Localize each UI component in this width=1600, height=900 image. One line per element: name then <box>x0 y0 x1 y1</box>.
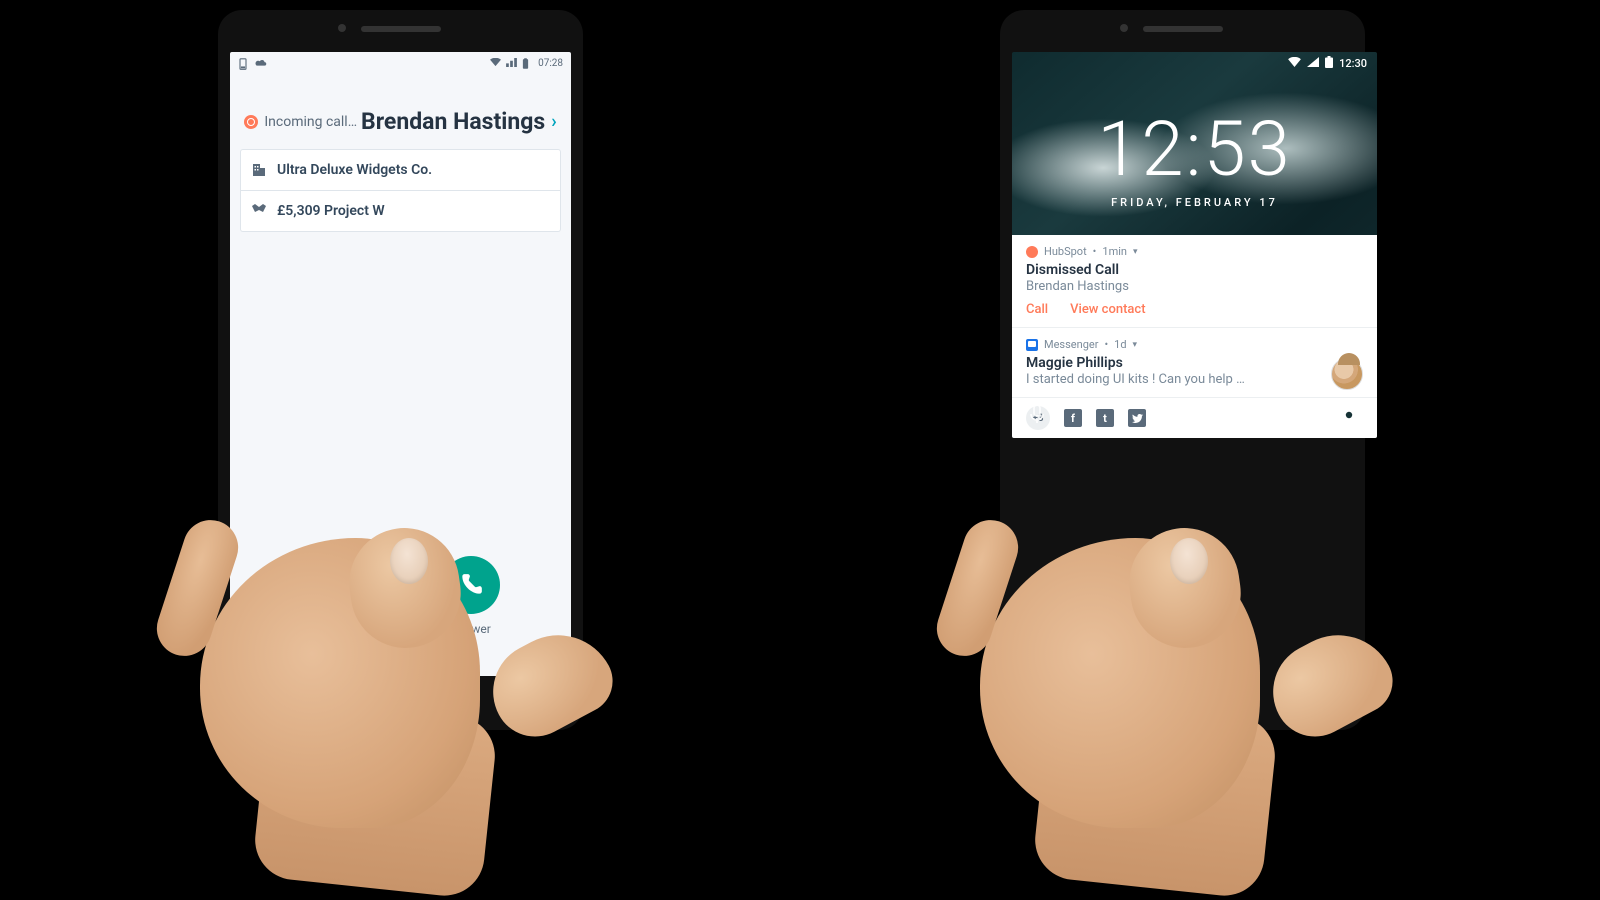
phone-speaker <box>1143 26 1223 32</box>
notif-action-call[interactable]: Call <box>1026 302 1048 317</box>
clock-time: 12:53 <box>1012 104 1377 194</box>
phone-frame-left: 07:28 Incoming call… Brendan Hastings › … <box>218 10 583 730</box>
phone-icon <box>458 572 484 598</box>
battery-icon <box>1325 56 1333 71</box>
notif-subtitle: Brendan Hastings <box>1026 279 1363 294</box>
chevron-down-icon[interactable]: ▾ <box>1133 340 1138 350</box>
company-name: Ultra Deluxe Widgets Co. <box>277 162 432 178</box>
notif-age: 1min <box>1102 245 1127 258</box>
company-card[interactable]: Ultra Deluxe Widgets Co. <box>240 149 561 191</box>
chevron-right-icon: › <box>551 111 556 132</box>
clock-date: FRIDAY, FEBRUARY 17 <box>1012 196 1377 209</box>
incoming-call-screen: 07:28 Incoming call… Brendan Hastings › … <box>230 52 571 676</box>
avatar <box>1331 358 1363 390</box>
notif-title: Maggie Phillips <box>1026 355 1363 371</box>
answer-button[interactable]: Answer <box>442 556 500 636</box>
chevron-down-icon[interactable]: ▾ <box>1133 247 1138 257</box>
lock-screen-bottom <box>1012 404 1377 428</box>
status-bar: 07:28 <box>230 52 571 74</box>
separator: • <box>1093 245 1097 258</box>
deal-card[interactable]: £5,309 Project W <box>240 191 561 232</box>
voice-icon[interactable] <box>1030 404 1044 428</box>
status-time: 07:28 <box>538 58 563 69</box>
notif-action-view-contact[interactable]: View contact <box>1070 302 1145 317</box>
caller-name-link[interactable]: Brendan Hastings › <box>361 108 557 135</box>
separator: • <box>1104 338 1108 351</box>
notif-age: 1d <box>1114 338 1126 351</box>
phone-sensor <box>338 24 346 32</box>
notif-subtitle: I started doing UI kits ! Can you help … <box>1026 372 1363 387</box>
notification-messenger[interactable]: Messenger • 1d ▾ Maggie Phillips I start… <box>1012 328 1377 398</box>
battery-icon <box>522 58 532 68</box>
call-header: Incoming call… Brendan Hastings › <box>230 74 571 149</box>
notification-hubspot[interactable]: HubSpot • 1min ▾ Dismissed Call Brendan … <box>1012 235 1377 328</box>
wifi-icon <box>490 58 500 68</box>
hubspot-icon <box>244 115 258 129</box>
ignore-button[interactable]: Ignore <box>301 556 359 636</box>
hubspot-icon <box>1026 246 1038 258</box>
answer-label: Answer <box>451 622 491 636</box>
camera-icon[interactable] <box>1339 406 1359 426</box>
ignore-label: Ignore <box>313 622 347 636</box>
notif-title: Dismissed Call <box>1026 262 1363 278</box>
phone-frame-right: 12:30 12:53 FRIDAY, FEBRUARY 17 HubSpot … <box>1000 10 1365 730</box>
lock-icon[interactable] <box>1187 404 1203 428</box>
caller-name-text: Brendan Hastings <box>361 108 545 135</box>
notif-app-name: HubSpot <box>1044 245 1087 258</box>
caller-info-cards: Ultra Deluxe Widgets Co. £5,309 Project … <box>230 149 571 232</box>
call-actions: Ignore Answer <box>230 556 571 676</box>
close-icon <box>316 571 344 599</box>
phone-sensor <box>1120 24 1128 32</box>
status-bar: 12:30 <box>1012 52 1377 74</box>
cloud-icon <box>254 58 264 68</box>
handshake-icon <box>251 203 267 219</box>
notif-app-name: Messenger <box>1044 338 1098 351</box>
status-time: 12:30 <box>1339 57 1367 70</box>
signal-icon <box>1307 57 1319 70</box>
incoming-call-label: Incoming call… <box>244 114 357 130</box>
incoming-call-text: Incoming call… <box>264 114 357 130</box>
building-icon <box>251 162 267 178</box>
sim-icon <box>238 58 248 68</box>
messenger-icon <box>1026 339 1038 351</box>
wifi-icon <box>1288 57 1301 70</box>
deal-text: £5,309 Project W <box>277 203 385 219</box>
phone-brand-logo: LG <box>1172 696 1194 714</box>
phone-speaker <box>361 26 441 32</box>
signal-icon <box>506 58 516 68</box>
lock-clock: 12:53 FRIDAY, FEBRUARY 17 <box>1012 104 1377 209</box>
phone-brand-logo: LG <box>390 696 412 714</box>
lock-screen: 12:30 12:53 FRIDAY, FEBRUARY 17 HubSpot … <box>1012 52 1377 438</box>
